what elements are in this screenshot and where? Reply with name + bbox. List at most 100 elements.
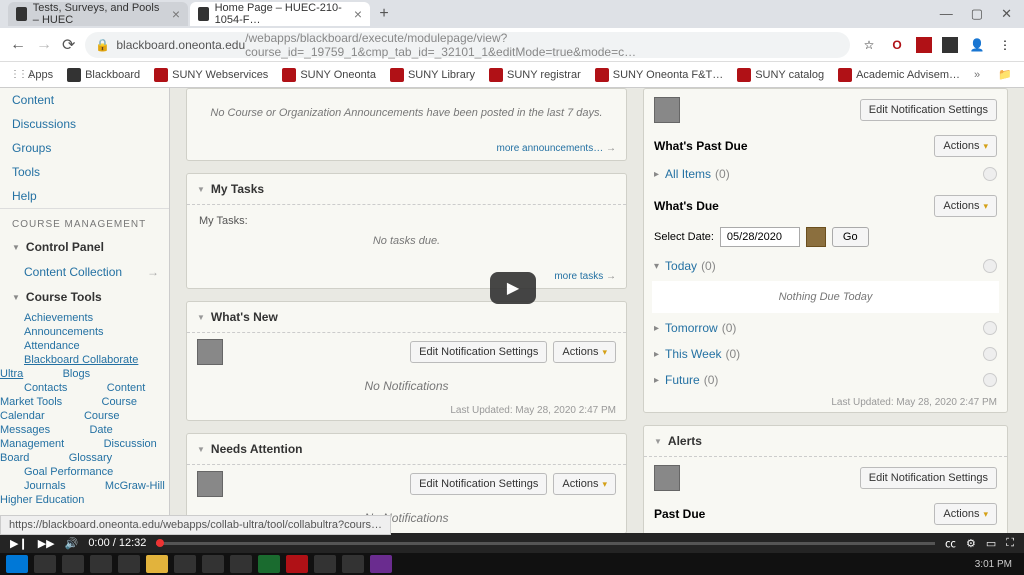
close-icon[interactable]: × <box>172 6 180 22</box>
future-row[interactable]: Future (0) <box>644 367 1007 393</box>
sidebar-link-discussions[interactable]: Discussions <box>0 112 169 136</box>
this-week-row[interactable]: This Week (0) <box>644 341 1007 367</box>
taskbar-app[interactable] <box>118 555 140 573</box>
bookmark-item[interactable]: SUNY catalog <box>737 68 824 82</box>
go-button[interactable]: Go <box>832 227 869 247</box>
start-button[interactable] <box>6 555 28 573</box>
refresh-icon[interactable] <box>983 321 997 335</box>
more-tasks-link[interactable]: more tasks <box>554 271 603 282</box>
taskbar-app[interactable] <box>90 555 112 573</box>
taskbar-clock[interactable]: 3:01 PM <box>975 559 1018 570</box>
refresh-icon[interactable] <box>983 373 997 387</box>
profile-icon[interactable]: 👤 <box>968 36 986 54</box>
taskbar-app[interactable] <box>230 555 252 573</box>
bookmark-item[interactable]: SUNY Library <box>390 68 475 82</box>
settings-icon[interactable]: ⚙ <box>966 537 976 550</box>
youtube-icon[interactable]: ▭ <box>986 537 996 550</box>
url-field[interactable]: 🔒 blackboard.oneonta.edu /webapps/blackb… <box>85 32 850 58</box>
close-window-icon[interactable]: ✕ <box>1001 6 1012 22</box>
taskbar-app[interactable] <box>286 555 308 573</box>
minimize-icon[interactable]: — <box>940 6 953 22</box>
chevron-down-icon: ▾ <box>602 479 607 490</box>
alerts-header[interactable]: Alerts <box>644 426 1007 457</box>
forward-icon[interactable]: → <box>36 36 52 54</box>
bookmarks-overflow[interactable]: » <box>974 69 980 81</box>
whats-new-header[interactable]: What's New <box>187 302 626 333</box>
actions-button[interactable]: Actions▾ <box>934 503 997 525</box>
more-announcements-link[interactable]: more announcements… <box>496 143 603 154</box>
actions-button[interactable]: Actions▾ <box>553 341 616 363</box>
avatar <box>197 339 223 365</box>
bookmark-item[interactable]: SUNY Webservices <box>154 68 268 82</box>
taskbar-app[interactable] <box>342 555 364 573</box>
site-icon <box>838 68 852 82</box>
chevron-down-icon: ▾ <box>983 201 988 212</box>
actions-button[interactable]: Actions▾ <box>934 195 997 217</box>
back-icon[interactable]: ← <box>10 36 26 54</box>
refresh-icon[interactable] <box>983 347 997 361</box>
taskbar-app[interactable] <box>314 555 336 573</box>
task-view-button[interactable] <box>62 555 84 573</box>
control-panel-toggle[interactable]: Control Panel <box>0 234 169 260</box>
play-icon[interactable]: ▶❙ <box>10 537 28 550</box>
needs-attention-header[interactable]: Needs Attention <box>187 434 626 465</box>
next-icon[interactable]: ▶▶ <box>38 537 55 550</box>
edit-notification-button[interactable]: Edit Notification Settings <box>860 467 997 489</box>
refresh-icon[interactable] <box>983 167 997 181</box>
apps-button[interactable]: Apps <box>10 68 53 82</box>
maximize-icon[interactable]: ▢ <box>971 6 983 22</box>
video-play-button[interactable]: ▶ <box>490 272 536 304</box>
bookmark-item[interactable]: Blackboard <box>67 68 140 82</box>
ext-icon[interactable] <box>916 37 932 53</box>
close-icon[interactable]: × <box>354 6 362 22</box>
announcements-empty: No Course or Organization Announcements … <box>199 99 614 127</box>
search-button[interactable] <box>34 555 56 573</box>
site-icon <box>154 68 168 82</box>
taskbar-app[interactable] <box>258 555 280 573</box>
star-icon[interactable]: ☆ <box>860 36 878 54</box>
taskbar-app[interactable] <box>202 555 224 573</box>
menu-icon[interactable]: ⋮ <box>996 36 1014 54</box>
volume-icon[interactable]: 🔊 <box>65 537 79 550</box>
new-tab-button[interactable]: + <box>372 5 396 23</box>
arrow-right-icon[interactable]: → <box>147 265 159 279</box>
bookmark-item[interactable]: SUNY Oneonta <box>282 68 376 82</box>
all-items-row[interactable]: All Items (0) <box>644 161 1007 187</box>
browser-tab-1[interactable]: Tests, Surveys, and Pools – HUEC × <box>8 2 188 26</box>
content-collection-link[interactable]: Content Collection <box>0 260 134 284</box>
my-tasks-header[interactable]: My Tasks <box>187 174 626 205</box>
bookmark-item[interactable]: SUNY Oneonta F&T… <box>595 68 723 82</box>
taskbar-app[interactable] <box>146 555 168 573</box>
bookmark-item[interactable]: SUNY registrar <box>489 68 581 82</box>
bookmark-item[interactable]: Academic Advisem… <box>838 68 960 82</box>
edit-notification-button[interactable]: Edit Notification Settings <box>860 99 997 121</box>
date-input[interactable] <box>720 227 800 247</box>
taskbar-app[interactable] <box>174 555 196 573</box>
actions-button[interactable]: Actions▾ <box>553 473 616 495</box>
reload-icon[interactable]: ⟳ <box>62 35 75 55</box>
fullscreen-icon[interactable]: ⛶ <box>1006 537 1014 550</box>
course-tools-toggle[interactable]: Course Tools <box>0 284 169 310</box>
edit-notification-button[interactable]: Edit Notification Settings <box>410 473 547 495</box>
refresh-icon[interactable] <box>983 259 997 273</box>
sidebar-link-tools[interactable]: Tools <box>0 160 169 184</box>
sidebar-link-groups[interactable]: Groups <box>0 136 169 160</box>
url-host: blackboard.oneonta.edu <box>116 38 245 52</box>
cc-icon[interactable]: ㏄ <box>945 535 956 551</box>
today-row[interactable]: Today (0) <box>644 253 1007 279</box>
browser-tab-2[interactable]: Home Page – HUEC-210-1054-F… × <box>190 2 370 26</box>
sidebar-link-help[interactable]: Help <box>0 184 169 208</box>
whats-new-empty: No Notifications <box>187 371 626 401</box>
alerts-past-due: Past Due <box>654 507 705 521</box>
taskbar-app[interactable] <box>370 555 392 573</box>
whats-due-header: What's Due <box>654 199 719 213</box>
opera-icon[interactable]: O <box>888 36 906 54</box>
calendar-icon[interactable] <box>806 227 826 247</box>
sidebar-link-content[interactable]: Content <box>0 88 169 112</box>
progress-bar[interactable] <box>156 542 935 545</box>
pdf-icon[interactable] <box>942 37 958 53</box>
tomorrow-row[interactable]: Tomorrow (0) <box>644 315 1007 341</box>
site-icon <box>737 68 751 82</box>
actions-button[interactable]: Actions▾ <box>934 135 997 157</box>
edit-notification-button[interactable]: Edit Notification Settings <box>410 341 547 363</box>
